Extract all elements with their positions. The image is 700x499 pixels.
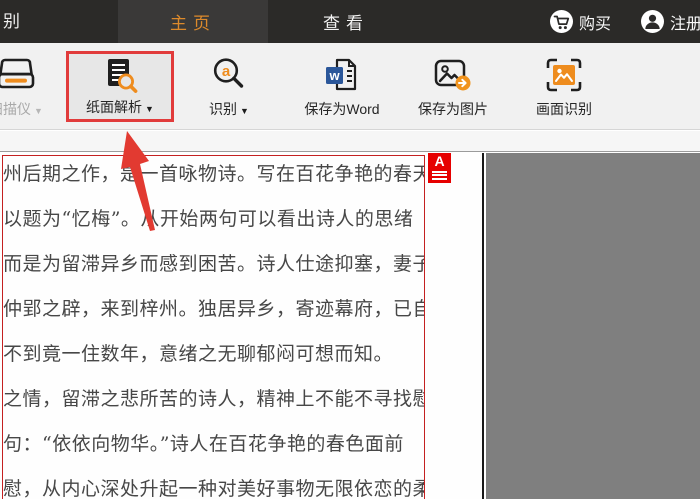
save-word-label: 保存为Word [304, 101, 380, 117]
document-line: 以题为“忆梅”。从开始两句可以看出诗人的思绪 [3, 208, 414, 230]
register-label: 注册 [670, 15, 700, 33]
recognize-a-icon: a [211, 51, 247, 99]
document-line: 不到竟一住数年，意绪之无聊郁闷可想而知。 [3, 343, 394, 365]
toolbar-substrip [0, 131, 700, 152]
tab-view[interactable]: 查看 [300, 0, 392, 43]
paper-analysis-button[interactable]: 纸面解析 ▼ [66, 51, 174, 122]
text-block-marker-badge[interactable]: A [428, 153, 451, 183]
caret-down-icon: ▼ [240, 106, 249, 116]
scanner-button[interactable]: 扫描仪▼ [0, 51, 56, 121]
tab-partial-recognize[interactable]: 别 [3, 0, 20, 43]
buy-button[interactable]: 购买 [550, 0, 611, 43]
main-toolbar: 扫描仪▼ 纸面解析▼ a 识别▼ [0, 43, 700, 130]
document-line: 而是为留滞异乡而感到困苦。诗人仕途抑塞，妻子 [3, 253, 424, 275]
screen-recognize-button[interactable]: 画面识别 [516, 51, 612, 121]
document-line: 仲郢之辟，来到梓州。独居异乡，寄迹幕府，已自 [3, 298, 424, 320]
tab-home[interactable]: 主页 [118, 0, 268, 43]
save-word-button[interactable]: w 保存为Word [296, 51, 388, 121]
paper-analysis-label: 纸面解析 ▼ [86, 99, 154, 115]
document-line: 句：“依依向物华。”诗人在百花争艳的春色面前 [3, 433, 404, 455]
document-page[interactable]: 州后期之作，是一首咏物诗。写在百花争艳的春天， 以题为“忆梅”。从开始两句可以看… [0, 153, 484, 499]
cart-icon [550, 10, 573, 33]
svg-text:w: w [328, 68, 340, 83]
save-image-label: 保存为图片 [418, 101, 488, 117]
background-pane [486, 153, 700, 499]
document-line: 州后期之作，是一首咏物诗。写在百花争艳的春天， [3, 163, 424, 185]
scanner-icon [0, 51, 37, 99]
recognize-label: 识别 ▼ [209, 101, 249, 117]
screen-recognize-label: 画面识别 [536, 101, 592, 117]
save-image-button[interactable]: 保存为图片 [406, 51, 500, 121]
marker-line [432, 170, 447, 173]
save-image-icon [433, 51, 473, 99]
user-icon [641, 10, 664, 33]
svg-text:a: a [222, 63, 231, 80]
screen-recognize-icon [545, 51, 583, 99]
recognize-button[interactable]: a 识别 ▼ [192, 51, 266, 121]
content-area: 州后期之作，是一首咏物诗。写在百花争艳的春天， 以题为“忆梅”。从开始两句可以看… [0, 153, 700, 499]
scanner-label: 扫描仪▼ [0, 101, 43, 117]
tab-view-label: 查看 [323, 14, 369, 33]
document-line: 之情，留滞之悲所苦的诗人，精神上不能不寻找慰 [3, 388, 424, 410]
marker-line [432, 174, 447, 176]
tab-home-label: 主页 [170, 14, 216, 33]
marker-line [432, 177, 447, 180]
document-text: 州后期之作，是一首咏物诗。写在百花争艳的春天， 以题为“忆梅”。从开始两句可以看… [3, 150, 424, 499]
register-button[interactable]: 注册 [641, 0, 700, 43]
top-bar: 别 主页 查看 购买 注册 [0, 0, 700, 43]
buy-label: 购买 [579, 15, 612, 33]
caret-down-icon: ▼ [145, 104, 154, 114]
caret-down-icon: ▼ [34, 106, 43, 116]
paper-analysis-icon [101, 54, 139, 97]
save-word-icon: w [324, 51, 360, 99]
marker-letter: A [434, 153, 445, 169]
document-line: 慰，从内心深处升起一种对美好事物无限依恋的柔 [3, 478, 424, 499]
